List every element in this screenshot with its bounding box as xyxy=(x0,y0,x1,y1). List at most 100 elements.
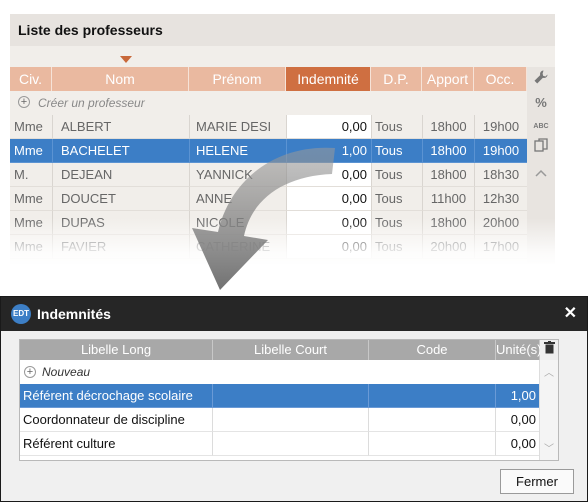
cell-apport: 18h00 xyxy=(422,163,474,187)
cell-nom: DEJEAN xyxy=(52,163,189,187)
cell-apport: 20h00 xyxy=(422,235,474,259)
table-row[interactable]: Référent culture 0,00 xyxy=(20,432,540,456)
scroll-up-icon[interactable] xyxy=(531,163,551,183)
scroll-down-icon[interactable]: ﹀ xyxy=(543,440,555,455)
sort-descending-icon xyxy=(120,56,132,63)
cell-prenom: HELENE xyxy=(189,139,286,163)
column-header-civ[interactable]: Civ. xyxy=(10,67,52,91)
column-header-apport[interactable]: Apport xyxy=(422,67,474,91)
cell-civ: Mme xyxy=(10,139,52,163)
column-header-indemnite[interactable]: Indemnité xyxy=(286,67,371,91)
cell-unites[interactable]: 0,00 xyxy=(496,408,540,432)
grid-scrollbar[interactable]: ︿ ﹀ xyxy=(539,360,558,460)
cell-unites[interactable]: 0,00 xyxy=(496,432,540,456)
cell-occ: 18h30 xyxy=(474,163,527,187)
percent-icon[interactable]: % xyxy=(531,93,551,113)
indemnites-dialog: EDT Indemnités ✕ Libelle Long Libelle Co… xyxy=(0,296,588,502)
cell-dp: Tous xyxy=(371,139,422,163)
cell-libelle-long: Référent décrochage scolaire xyxy=(20,384,213,408)
cell-nom: FAVIER xyxy=(52,235,189,259)
table-header: Civ. Nom Prénom Indemnité D.P. Apport Oc… xyxy=(10,67,527,91)
column-header-nom[interactable]: Nom xyxy=(52,67,189,91)
cell-occ: 20h00 xyxy=(474,211,527,235)
table-row[interactable]: Coordonnateur de discipline 0,00 xyxy=(20,408,540,432)
table-row-selected[interactable]: Référent décrochage scolaire 1,00 xyxy=(20,384,540,408)
cell-prenom: MARIE DESI xyxy=(189,115,286,139)
cell-nom: ALBERT xyxy=(52,115,189,139)
cell-dp: Tous xyxy=(371,211,422,235)
table-row[interactable]: Mme DUPAS NICOLE 0,00 Tous 18h00 20h00 xyxy=(10,211,527,235)
cell-dp: Tous xyxy=(371,235,422,259)
cell-libelle-court xyxy=(213,432,369,456)
cell-prenom: ANNE xyxy=(189,187,286,211)
column-header-occ[interactable]: Occ. xyxy=(474,67,527,91)
scroll-up-icon[interactable]: ︿ xyxy=(543,364,555,379)
plus-icon: + xyxy=(24,366,36,378)
cell-nom: DUPAS xyxy=(52,211,189,235)
cell-libelle-long: Référent culture xyxy=(20,432,213,456)
abc-sort-icon[interactable]: ABC xyxy=(531,117,551,137)
table-row-selected[interactable]: Mme BACHELET HELENE 1,00 Tous 18h00 19h0… xyxy=(10,139,527,163)
column-header-unites[interactable]: Unité(s) xyxy=(496,340,542,360)
table-row[interactable]: Mme FAVIER CATHERINE 0,00 Tous 20h00 17h… xyxy=(10,235,527,259)
wrench-icon[interactable] xyxy=(531,69,551,89)
cell-apport: 11h00 xyxy=(422,187,474,211)
cell-civ: M. xyxy=(10,163,52,187)
plus-icon: + xyxy=(18,96,30,108)
table-row[interactable]: M. DEJEAN YANNICK 0,00 Tous 18h00 18h30 xyxy=(10,163,527,187)
cell-apport: 18h00 xyxy=(422,115,474,139)
cell-occ: 17h00 xyxy=(474,235,527,259)
close-icon[interactable]: ✕ xyxy=(564,297,577,331)
cell-occ: 19h00 xyxy=(474,139,527,163)
dialog-titlebar[interactable]: EDT Indemnités ✕ xyxy=(1,297,587,331)
cell-civ: Mme xyxy=(10,115,52,139)
cell-libelle-court xyxy=(213,408,369,432)
create-teacher-row[interactable]: + Créer un professeur xyxy=(10,92,527,114)
cell-prenom: NICOLE xyxy=(189,211,286,235)
column-header-libelle-court[interactable]: Libelle Court xyxy=(213,340,369,360)
cell-indemnite[interactable]: 0,00 xyxy=(286,235,371,259)
cell-indemnite[interactable]: 0,00 xyxy=(286,211,371,235)
new-indemnite-label: Nouveau xyxy=(42,365,91,379)
close-button[interactable]: Fermer xyxy=(500,469,574,494)
cell-civ: Mme xyxy=(10,235,52,259)
copy-icon[interactable] xyxy=(531,137,551,157)
cell-occ: 19h00 xyxy=(474,115,527,139)
cell-dp: Tous xyxy=(371,163,422,187)
cell-nom: BACHELET xyxy=(52,139,189,163)
cell-civ: Mme xyxy=(10,187,52,211)
cell-code xyxy=(369,408,496,432)
cell-indemnite[interactable]: 1,00 xyxy=(286,139,371,163)
dialog-title: Indemnités xyxy=(37,306,111,322)
cell-apport: 18h00 xyxy=(422,211,474,235)
cell-unites[interactable]: 1,00 xyxy=(496,384,540,408)
cell-indemnite[interactable]: 0,00 xyxy=(286,187,371,211)
column-header-libelle-long[interactable]: Libelle Long xyxy=(20,340,213,360)
cell-indemnite[interactable]: 0,00 xyxy=(286,115,371,139)
cell-libelle-court xyxy=(213,384,369,408)
create-teacher-label: Créer un professeur xyxy=(38,96,145,110)
table-row[interactable]: Mme ALBERT MARIE DESI 0,00 Tous 18h00 19… xyxy=(10,115,527,139)
cell-prenom: CATHERINE xyxy=(189,235,286,259)
column-header-code[interactable]: Code xyxy=(369,340,496,360)
cell-libelle-long: Coordonnateur de discipline xyxy=(20,408,213,432)
indemnites-grid: Libelle Long Libelle Court Code Unité(s)… xyxy=(19,339,559,461)
cell-dp: Tous xyxy=(371,115,422,139)
cell-code xyxy=(369,384,496,408)
side-toolbar: % ABC xyxy=(527,67,555,264)
panel-title: Liste des professeurs xyxy=(10,14,555,46)
teachers-list-panel: Liste des professeurs Civ. Nom Prénom In… xyxy=(10,14,555,264)
column-header-prenom[interactable]: Prénom xyxy=(189,67,286,91)
cell-indemnite[interactable]: 0,00 xyxy=(286,163,371,187)
cell-apport: 18h00 xyxy=(422,139,474,163)
table-row[interactable]: Mme DOUCET ANNE 0,00 Tous 11h00 12h30 xyxy=(10,187,527,211)
trash-icon[interactable] xyxy=(540,340,558,360)
cell-code xyxy=(369,432,496,456)
new-indemnite-row[interactable]: + Nouveau xyxy=(20,360,540,384)
cell-civ: Mme xyxy=(10,211,52,235)
edt-logo-icon: EDT xyxy=(11,304,31,324)
cell-dp: Tous xyxy=(371,187,422,211)
column-header-dp[interactable]: D.P. xyxy=(371,67,422,91)
cell-occ: 12h30 xyxy=(474,187,527,211)
cell-nom: DOUCET xyxy=(52,187,189,211)
